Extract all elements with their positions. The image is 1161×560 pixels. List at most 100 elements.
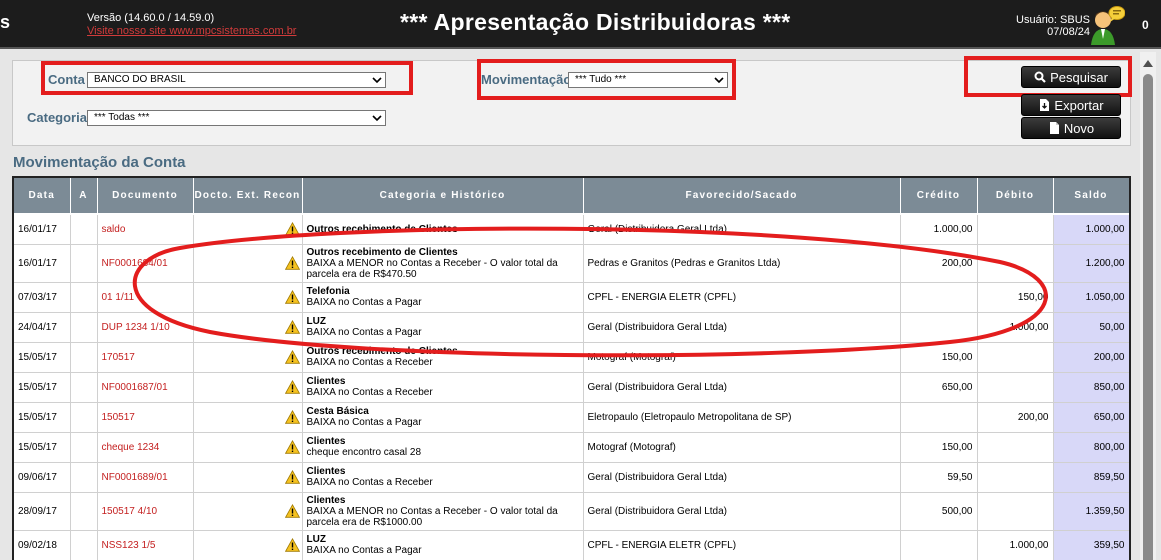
cell-debito: [977, 214, 1054, 245]
table-row[interactable]: 09/02/18 NSS123 1/5 LUZ BAIXA no Contas a P…: [14, 530, 1129, 560]
historico-text: BAIXA no Contas a Receber: [306, 477, 433, 488]
cell-saldo: 200,00: [1053, 342, 1129, 373]
site-link[interactable]: Visite nosso site www.mpcsistemas.com.br: [87, 25, 296, 37]
warning-icon[interactable]: [284, 349, 300, 364]
categoria-text: Clientes: [306, 466, 346, 477]
cell-data: 09/06/17: [14, 462, 71, 493]
cell-documento[interactable]: saldo: [97, 214, 194, 245]
cell-favorecido: Pedras e Granitos (Pedras e Granitos Ltd…: [583, 244, 901, 283]
table-row[interactable]: 09/06/17 NF0001689/01 Clientes BAIXA no Con…: [14, 462, 1129, 493]
table-row[interactable]: 16/01/17 saldo Outros recebimento de Clien…: [14, 214, 1129, 245]
scroll-thumb[interactable]: [1143, 74, 1153, 560]
cell-saldo: 50,00: [1053, 312, 1129, 343]
table-header-row: Data A Documento Docto. Ext. Recon Categ…: [14, 178, 1129, 215]
warning-icon[interactable]: [284, 255, 300, 270]
cell-debito: [977, 492, 1054, 531]
cell-documento[interactable]: 150517: [97, 402, 194, 433]
cell-documento[interactable]: 150517 4/10: [97, 492, 194, 531]
cell-documento[interactable]: NSS123 1/5: [97, 530, 194, 560]
table-row[interactable]: 24/04/17 DUP 1234 1/10 LUZ BAIXA no Contas …: [14, 312, 1129, 343]
col-header-saldo[interactable]: Saldo: [1053, 178, 1129, 215]
cell-credito: 1.000,00: [900, 214, 978, 245]
cell-a: [70, 462, 98, 493]
col-header-documento[interactable]: Documento: [97, 178, 194, 215]
table-row[interactable]: 15/05/17 NF0001687/01 Clientes BAIXA no Con…: [14, 372, 1129, 403]
table-row[interactable]: 28/09/17 150517 4/10 Clientes BAIXA a MENOR…: [14, 492, 1129, 531]
cell-documento[interactable]: 01 1/11: [97, 282, 194, 313]
cell-data: 16/01/17: [14, 214, 71, 245]
cell-credito: [900, 530, 978, 560]
historico-text: BAIXA no Contas a Pagar: [306, 545, 422, 556]
categoria-text: Cesta Básica: [306, 406, 369, 417]
col-header-docto-ext[interactable]: Docto. Ext. Recon: [193, 178, 303, 215]
novo-button[interactable]: Novo: [1021, 117, 1121, 139]
table-row[interactable]: 15/05/17 cheque 1234 Clientes cheque encont…: [14, 432, 1129, 463]
cell-documento[interactable]: 170517: [97, 342, 194, 373]
warning-icon[interactable]: [284, 222, 300, 236]
cell-debito: 1.000,00: [977, 312, 1054, 343]
table-row[interactable]: 15/05/17 150517 Cesta Básica BAIXA no Conta…: [14, 402, 1129, 433]
warning-icon[interactable]: [284, 289, 300, 304]
cell-documento[interactable]: NF0001684/01: [97, 244, 194, 283]
cell-recon: [193, 342, 303, 373]
cell-documento[interactable]: NF0001689/01: [97, 462, 194, 493]
cell-categoria: Clientes BAIXA no Contas a Receber: [302, 372, 584, 403]
col-header-data[interactable]: Data: [14, 178, 71, 215]
cell-categoria: Outros recebimento de Clientes BAIXA no C…: [302, 342, 584, 373]
warning-icon[interactable]: [284, 469, 300, 484]
notification-count: 0: [1142, 18, 1149, 32]
cell-data: 15/05/17: [14, 432, 71, 463]
cell-data: 16/01/17: [14, 244, 71, 283]
historico-text: BAIXA no Contas a Pagar: [306, 327, 422, 338]
table-row[interactable]: 15/05/17 170517 Outros recebimento de Clie…: [14, 342, 1129, 373]
warning-icon[interactable]: [284, 409, 300, 424]
cell-a: [70, 244, 98, 283]
col-header-credito[interactable]: Crédito: [900, 178, 978, 215]
cell-documento[interactable]: cheque 1234: [97, 432, 194, 463]
col-header-categoria[interactable]: Categoria e Histórico: [302, 178, 584, 215]
cell-credito: [900, 402, 978, 433]
cell-documento[interactable]: NF0001687/01: [97, 372, 194, 403]
warning-icon[interactable]: [284, 439, 300, 454]
cell-favorecido: Motograf (Motograf): [583, 342, 901, 373]
warning-icon[interactable]: [284, 319, 300, 334]
top-bar: s Versão (14.60.0 / 14.59.0) Visite noss…: [0, 0, 1161, 49]
categoria-select[interactable]: *** Todas ***: [87, 110, 386, 126]
exportar-button[interactable]: Exportar: [1021, 94, 1121, 116]
cell-favorecido: Geral (Distribuidora Geral Ltda): [583, 372, 901, 403]
warning-icon[interactable]: [284, 379, 300, 394]
cell-debito: 1.000,00: [977, 530, 1054, 560]
cell-data: 24/04/17: [14, 312, 71, 343]
cell-debito: 150,00: [977, 282, 1054, 313]
warning-icon[interactable]: [284, 503, 300, 518]
cell-categoria: LUZ BAIXA no Contas a Pagar: [302, 312, 584, 343]
cell-data: 15/05/17: [14, 342, 71, 373]
cell-a: [70, 530, 98, 560]
cell-recon: [193, 214, 303, 245]
cell-saldo: 359,50: [1053, 530, 1129, 560]
cell-categoria: Outros recebimento de Clientes: [302, 214, 584, 245]
cell-a: [70, 342, 98, 373]
cell-recon: [193, 530, 303, 560]
table-row[interactable]: 07/03/17 01 1/11 Telefonia BAIXA no Contas …: [14, 282, 1129, 313]
cell-recon: [193, 244, 303, 283]
cell-favorecido: CPFL - ENERGIA ELETR (CPFL): [583, 282, 901, 313]
cell-credito: 200,00: [900, 244, 978, 283]
col-header-a[interactable]: A: [70, 178, 98, 215]
cell-categoria: Clientes BAIXA a MENOR no Contas a Recebe…: [302, 492, 584, 531]
cell-saldo: 850,00: [1053, 372, 1129, 403]
warning-icon[interactable]: [284, 537, 300, 552]
table-row[interactable]: 16/01/17 NF0001684/01 Outros recebimento d…: [14, 244, 1129, 283]
cell-credito: 650,00: [900, 372, 978, 403]
historico-text: cheque encontro casal 28: [306, 447, 422, 458]
user-name: Usuário: SBUS: [1016, 14, 1090, 26]
cell-documento[interactable]: DUP 1234 1/10: [97, 312, 194, 343]
col-header-favorecido[interactable]: Favorecido/Sacado: [583, 178, 901, 215]
vertical-scrollbar[interactable]: [1140, 52, 1156, 560]
cell-a: [70, 492, 98, 531]
highlight-box-movimentacao: [477, 59, 736, 100]
col-header-debito[interactable]: Débito: [977, 178, 1054, 215]
scroll-up-icon[interactable]: [1143, 60, 1153, 67]
cell-data: 15/05/17: [14, 402, 71, 433]
user-chat-icon[interactable]: [1091, 5, 1125, 45]
